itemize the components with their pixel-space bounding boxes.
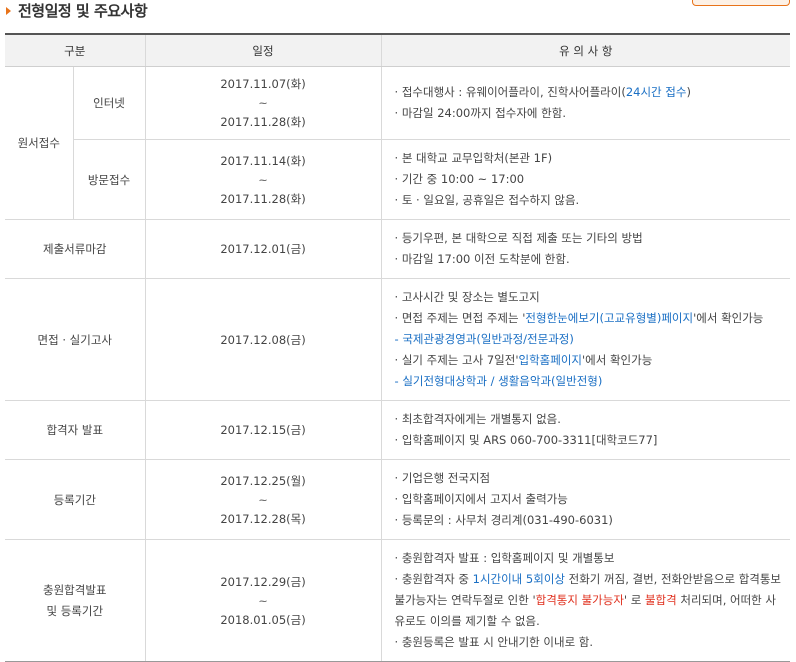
warning-text: 합격통지 불가능자 [535,593,624,607]
header-category: 구분 [5,33,146,67]
note-line: · 토 · 일요일, 공휴일은 접수하지 않음. [394,193,580,207]
notes-cell: · 고사시간 및 장소는 별도고지 · 면접 주제는 면접 주제는 '전형한눈에… [381,278,791,401]
row-sublabel-visit: 방문접수 [73,139,146,220]
note-line: · 고사시간 및 장소는 별도고지 [394,290,540,304]
date-separator: ~ [258,593,268,608]
top-right-button[interactable] [692,0,790,6]
overview-page-link[interactable]: 전형한눈에보기(고교유형별)페이지 [525,311,693,325]
note-line: · 입학홈페이지에서 고지서 출력가능 [394,492,568,506]
note-line: · 접수대행사 : 유웨이어플라이, 진학사어플라이(24시간 접수) [394,85,691,99]
notes-cell: · 충원합격자 발표 : 입학홈페이지 및 개별통보 · 충원합격자 중 1시간… [381,539,791,662]
date-separator: ~ [258,172,268,187]
date-start: 2017.12.25(월) [220,473,306,488]
date-end: 2017.11.28(화) [220,191,306,206]
section-title: 전형일정 및 주요사항 [18,2,148,20]
note-line: · 등기우편, 본 대학으로 직접 제출 또는 기타의 방법 [394,231,643,245]
table-row: 방문접수 2017.11.14(화) ~ 2017.11.28(화) · 본 대… [5,139,791,220]
schedule-cell: 2017.12.29(금) ~ 2018.01.05(금) [145,539,382,662]
notes-cell: · 본 대학교 교무입학처(본관 1F) · 기간 중 10:00 ~ 17:0… [381,139,791,220]
highlight-text: 24시간 접수 [625,85,687,99]
bullet-arrow-icon [6,7,11,15]
table-header-row: 구분 일정 유 의 사 항 [5,33,791,67]
notes-cell: · 접수대행사 : 유웨이어플라이, 진학사어플라이(24시간 접수) · 마감… [381,66,791,140]
table-row: 등록기간 2017.12.25(월) ~ 2017.12.28(목) · 기업은… [5,459,791,540]
notes-cell: · 기업은행 전국지점 · 입학홈페이지에서 고지서 출력가능 · 등록문의 :… [381,459,791,540]
note-line: · 마감일 24:00까지 접수자에 한함. [394,106,566,120]
note-line: · 입학홈페이지 및 ARS 060-700-3311[대학코드77] [394,433,658,447]
date-separator: ~ [258,492,268,507]
note-line: · 등록문의 : 사무처 경리계(031-490-6031) [394,513,613,527]
homepage-link[interactable]: 입학홈페이지 [519,353,582,367]
highlight-text: 1시간이내 5회이상 [472,572,565,586]
note-line: · 마감일 17:00 이전 도착분에 한함. [394,252,570,266]
note-line: · 최초합격자에게는 개별통지 없음. [394,412,561,426]
date-end: 2017.11.28(화) [220,115,306,129]
note-line: · 면접 주제는 면접 주제는 '전형한눈에보기(고교유형별)페이지'에서 확인… [394,311,764,325]
note-paragraph: · 충원합격자 중 1시간이내 5회이상 전화기 꺼짐, 결번, 전화안받음으로… [394,572,782,628]
note-line: · 기업은행 전국지점 [394,471,491,485]
row-sublabel-online: 인터넷 [73,66,146,140]
note-line: · 충원등록은 발표 시 안내기한 이내로 함. [394,635,594,649]
date-end: 2018.01.05(금) [220,612,306,627]
date-start: 2017.11.07(화) [220,77,306,91]
schedule-cell: 2017.12.01(금) [145,219,382,279]
notes-cell: · 최초합격자에게는 개별통지 없음. · 입학홈페이지 및 ARS 060-7… [381,400,791,460]
schedule-cell: 2017.12.15(금) [145,400,382,460]
note-line: · 기간 중 10:00 ~ 17:00 [394,172,525,186]
date-separator: ~ [258,96,268,110]
row-label-line: 충원합격발표 [43,582,107,597]
row-label-announcement: 합격자 발표 [5,400,146,460]
row-label-additional: 충원합격발표 및 등록기간 [5,539,146,662]
table-row: 면접 · 실기고사 2017.12.08(금) · 고사시간 및 장소는 별도고… [5,278,791,401]
notes-cell: · 등기우편, 본 대학으로 직접 제출 또는 기타의 방법 · 마감일 17:… [381,219,791,279]
date-start: 2017.11.14(화) [220,153,306,168]
row-label-registration: 등록기간 [5,459,146,540]
schedule-cell: 2017.11.07(화) ~ 2017.11.28(화) [145,66,382,140]
row-label-interview: 면접 · 실기고사 [5,278,146,401]
date-end: 2017.12.28(목) [220,511,306,526]
schedule-table: 구분 일정 유 의 사 항 원서접수 인터넷 2017.11.07(화) ~ 2… [5,33,791,662]
schedule-cell: 2017.11.14(화) ~ 2017.11.28(화) [145,139,382,220]
row-label-documents: 제출서류마감 [5,219,146,279]
table-row: 합격자 발표 2017.12.15(금) · 최초합격자에게는 개별통지 없음.… [5,400,791,460]
table-row: 원서접수 인터넷 2017.11.07(화) ~ 2017.11.28(화) ·… [5,66,791,220]
header-schedule: 일정 [145,33,382,67]
row-label-application: 원서접수 [5,66,74,220]
warning-text: 불합격 [644,593,677,607]
dept-link-tourism[interactable]: - 국제관광경영과(일반과정/전문과정) [395,329,791,350]
section-header: 전형일정 및 주요사항 [0,0,796,30]
note-line: · 실기 주제는 고사 7일전'입학홈페이지'에서 확인가능 [394,353,653,367]
header-notes: 유 의 사 항 [381,33,791,67]
date-start: 2017.12.29(금) [220,574,306,589]
table-row: 충원합격발표 및 등록기간 2017.12.29(금) ~ 2018.01.05… [5,539,791,662]
schedule-cell: 2017.12.08(금) [145,278,382,401]
row-label-line: 및 등록기간 [46,603,104,618]
dept-link-practical[interactable]: - 실기전형대상학과 / 생활음악과(일반전형) [395,371,791,392]
schedule-cell: 2017.12.25(월) ~ 2017.12.28(목) [145,459,382,540]
note-line: · 본 대학교 교무입학처(본관 1F) [394,151,553,165]
note-line: · 충원합격자 발표 : 입학홈페이지 및 개별통보 [394,551,615,565]
table-row: 제출서류마감 2017.12.01(금) · 등기우편, 본 대학으로 직접 제… [5,219,791,279]
